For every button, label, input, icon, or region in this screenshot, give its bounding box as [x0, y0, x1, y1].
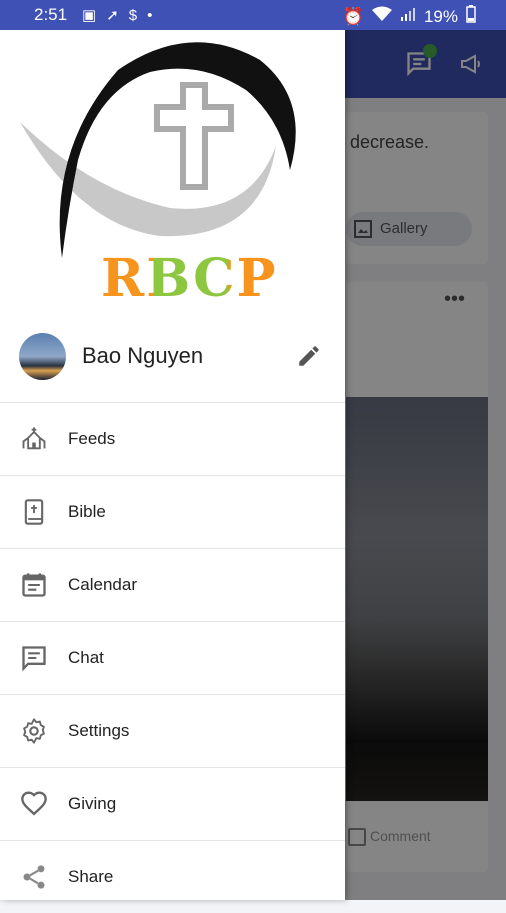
- menu-item-settings[interactable]: Settings: [0, 694, 345, 767]
- app-logo: RBCP: [0, 30, 345, 320]
- menu-label: Feeds: [68, 429, 116, 448]
- menu-item-calendar[interactable]: Calendar: [0, 548, 345, 621]
- heart-icon: [20, 790, 48, 818]
- church-icon: [20, 425, 48, 453]
- signal-icon: [400, 6, 416, 27]
- calendar-icon: [20, 571, 48, 599]
- menu-label: Settings: [68, 721, 130, 740]
- image-icon: ▣: [82, 7, 97, 24]
- avatar[interactable]: [19, 333, 66, 380]
- logo-text-value: RBCP: [101, 248, 278, 309]
- menu-label: Share: [68, 867, 114, 886]
- drawer-menu: Feeds Bible Calendar Chat Settings Givin…: [0, 402, 345, 913]
- profile-name: Bao Nguyen: [82, 343, 204, 368]
- menu-label: Giving: [68, 794, 117, 813]
- share-icon: [20, 863, 48, 891]
- wifi-icon: [371, 6, 392, 27]
- menu-item-chat[interactable]: Chat: [0, 621, 345, 694]
- edit-icon[interactable]: [296, 343, 322, 369]
- menu-label: Bible: [68, 502, 106, 521]
- alarm-icon: ⏰: [342, 6, 364, 26]
- menu-item-feeds[interactable]: Feeds: [0, 402, 345, 475]
- bible-icon: [20, 498, 48, 526]
- dot-icon: •: [147, 6, 153, 24]
- navigation-drawer: RBCP Bao Nguyen Feeds Bible Calendar Cha…: [0, 30, 345, 900]
- menu-item-bible[interactable]: Bible: [0, 475, 345, 548]
- menu-item-share[interactable]: Share: [0, 840, 345, 913]
- status-time: 2:51: [34, 5, 68, 24]
- user-profile: Bao Nguyen: [0, 325, 345, 401]
- settings-icon: [20, 717, 48, 745]
- battery-text: 19%: [423, 6, 458, 26]
- logo-text: RBCP: [101, 248, 278, 309]
- chat-icon: [20, 644, 48, 672]
- menu-label: Chat: [68, 648, 104, 667]
- battery-icon: [466, 5, 476, 28]
- menu-item-giving[interactable]: Giving: [0, 767, 345, 840]
- direction-icon: ➚: [106, 7, 119, 24]
- dollar-icon: $: [128, 6, 138, 24]
- status-bar: 2:51 ▣ ➚ $ • ⏰ 19%: [0, 0, 506, 30]
- menu-label: Calendar: [68, 575, 137, 594]
